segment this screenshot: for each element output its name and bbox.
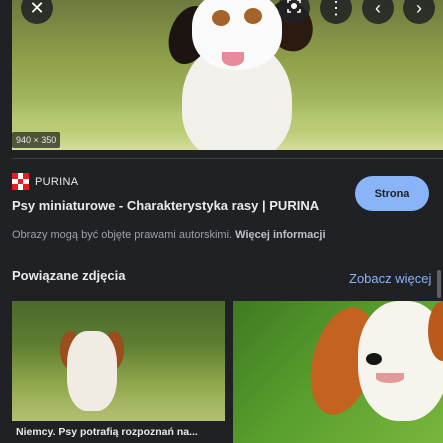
related-image-1[interactable]: Niemcy. Psy potrafią rozpoznań na... [12, 301, 225, 443]
related-image-caption: Niemcy. Psy potrafią rozpoznań na... [12, 421, 225, 443]
page-title-link[interactable]: Psy miniaturowe - Charakterystyka rasy |… [12, 198, 319, 213]
source-name: PURINA [35, 175, 79, 188]
visit-site-button[interactable]: Strona [355, 176, 429, 211]
dog-mouth [376, 373, 404, 383]
see-more-link[interactable]: Zobacz więcej [349, 271, 431, 286]
more-info-link[interactable]: Więcej informacji [235, 229, 325, 241]
related-image-2[interactable] [233, 301, 443, 443]
chevron-left-icon: ‹ [375, 0, 381, 18]
dog-figure [67, 331, 117, 411]
dog-eye-patch-left [212, 10, 230, 26]
copyright-notice: Obrazy mogą być objęte prawami autorskim… [12, 229, 326, 241]
purina-logo-icon [12, 173, 29, 190]
more-vert-icon: ⋮ [327, 0, 345, 18]
dog-tongue [222, 52, 244, 66]
lens-icon [286, 0, 302, 19]
dog-eye-patch-right [244, 8, 262, 24]
related-images-heading: Powiązane zdjęcia [12, 268, 126, 283]
divider [12, 158, 443, 159]
scrollbar[interactable] [437, 270, 441, 298]
dog-nose [366, 353, 382, 365]
image-size-badge: 940 × 350 [12, 132, 61, 148]
close-icon: ✕ [29, 0, 45, 18]
copyright-text: Obrazy mogą być objęte prawami autorskim… [12, 229, 233, 241]
chevron-right-icon: › [416, 0, 422, 18]
source-row[interactable]: PURINA [12, 173, 78, 190]
